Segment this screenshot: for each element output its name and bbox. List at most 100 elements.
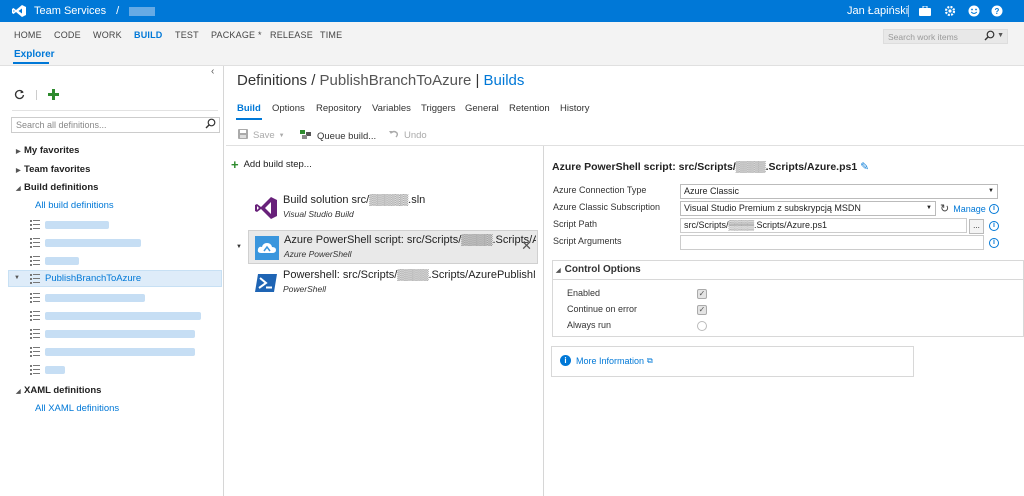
nav-home[interactable]: HOME <box>14 30 42 40</box>
definition-item-publishbranchtoazure[interactable]: PublishBranchToAzure <box>30 271 141 286</box>
help-icon[interactable]: ? <box>990 4 1004 18</box>
search-definitions-input[interactable]: Search all definitions... <box>11 117 220 133</box>
refresh-icon[interactable]: ↻ <box>940 202 949 215</box>
all-xaml-definitions-link[interactable]: All XAML definitions <box>35 403 119 414</box>
select-value: Visual Studio Premium z subskrypcją MSDN <box>684 203 861 213</box>
more-information-link[interactable]: i More Information ⧉ <box>560 355 653 366</box>
azure-subscription-select[interactable]: Visual Studio Premium z subskrypcją MSDN… <box>680 201 936 216</box>
title-separator: | <box>471 72 484 89</box>
info-icon[interactable]: i <box>989 238 999 248</box>
control-options-section: ◢ Control Options Enabled ✓ Continue on e… <box>552 260 1024 337</box>
hub-nav: Explorer <box>0 46 1024 66</box>
nav-test[interactable]: TEST <box>175 30 199 40</box>
tab-options[interactable]: Options <box>272 103 305 114</box>
add-build-step-button[interactable]: + Add build step... <box>231 157 312 172</box>
definition-item[interactable] <box>30 235 141 250</box>
script-arguments-input[interactable] <box>680 235 984 250</box>
nav-time[interactable]: TIME <box>320 30 342 40</box>
visual-studio-logo-icon[interactable] <box>8 0 30 22</box>
definition-item[interactable] <box>30 217 109 232</box>
expand-triangle-icon[interactable]: ▶ <box>16 167 24 174</box>
manage-label: Manage <box>953 203 986 214</box>
browse-ellipsis-button[interactable]: ... <box>969 219 984 234</box>
info-icon[interactable]: i <box>989 221 999 231</box>
top-bar: Team Services / Jan Łapiński ? <box>0 0 1024 22</box>
context-menu-triangle-icon[interactable]: ▼ <box>14 275 20 281</box>
tab-triggers[interactable]: Triggers <box>421 103 456 114</box>
manage-link[interactable]: ↻ Manage <box>940 202 986 215</box>
external-link-icon: ⧉ <box>647 355 653 365</box>
remove-step-close-icon[interactable]: ✕ <box>521 238 532 254</box>
briefcase-icon[interactable] <box>918 4 932 18</box>
redacted-definition-name <box>45 220 109 229</box>
chevron-down-icon[interactable]: ▼ <box>988 188 994 194</box>
definition-item[interactable] <box>30 253 79 268</box>
enabled-checkbox[interactable]: ✓ <box>697 289 707 299</box>
nav-build[interactable]: BUILD <box>134 30 163 40</box>
save-button[interactable]: Save ▼ <box>238 129 285 142</box>
undo-button[interactable]: Undo <box>388 129 427 142</box>
title-definition-name: PublishBranchToAzure <box>319 72 472 89</box>
title-prefix[interactable]: Definitions / <box>237 72 320 89</box>
hub-group-nav: HOME CODE WORK BUILD TEST PACKAGE * RELE… <box>0 22 1024 46</box>
tree-build-definitions[interactable]: ◢ Build definitions <box>16 182 98 193</box>
script-path-input[interactable]: src/Scripts/▒▒▒▒.Scripts/Azure.ps1 <box>680 218 967 233</box>
project-name-redacted[interactable] <box>129 6 156 16</box>
chevron-down-icon[interactable]: ▼ <box>926 205 932 211</box>
info-icon: i <box>560 355 571 366</box>
brand-name[interactable]: Team Services <box>34 5 106 17</box>
tree-team-favorites[interactable]: ▶ Team favorites <box>16 164 90 175</box>
chevron-down-icon[interactable]: ▼ <box>997 32 1004 39</box>
collapse-triangle-icon[interactable]: ◢ <box>556 268 561 274</box>
build-step-powershell[interactable]: Powershell: src/Scripts/▒▒▒▒.Scripts/Azu… <box>248 266 538 300</box>
tab-explorer[interactable]: Explorer <box>14 49 55 60</box>
collapse-panel-icon[interactable]: ‹ <box>211 66 214 77</box>
definition-item[interactable] <box>30 326 195 341</box>
build-step-azure-powershell[interactable]: Azure PowerShell script: src/Scripts/▒▒▒… <box>248 230 538 264</box>
work-item-search-input[interactable]: Search work items ▼ <box>883 29 1008 44</box>
info-icon[interactable]: i <box>989 204 999 214</box>
step-context-menu-icon[interactable]: ▼ <box>236 244 242 250</box>
chevron-down-icon[interactable]: ▼ <box>279 133 285 139</box>
build-step-visual-studio-build[interactable]: Build solution src/▒▒▒▒▒.sln Visual Stud… <box>248 191 538 225</box>
always-run-checkbox[interactable] <box>697 321 707 331</box>
save-label: Save <box>253 130 275 141</box>
expand-triangle-icon[interactable]: ▶ <box>16 148 24 155</box>
refresh-icon[interactable] <box>14 88 25 103</box>
tab-repository[interactable]: Repository <box>316 103 361 114</box>
continue-on-error-checkbox[interactable]: ✓ <box>697 305 707 315</box>
smiley-feedback-icon[interactable] <box>967 4 981 18</box>
new-definition-plus-icon[interactable] <box>48 88 59 103</box>
nav-work[interactable]: WORK <box>93 30 122 40</box>
tab-variables[interactable]: Variables <box>372 103 411 114</box>
definition-item[interactable] <box>30 290 145 305</box>
search-icon[interactable] <box>984 30 995 43</box>
definition-item[interactable] <box>30 308 201 323</box>
all-build-definitions-link[interactable]: All build definitions <box>35 200 114 211</box>
pencil-edit-icon[interactable]: ✎ <box>860 161 869 173</box>
tree-my-favorites[interactable]: ▶ My favorites <box>16 145 79 156</box>
tab-build[interactable]: Build <box>237 103 261 114</box>
gear-icon[interactable] <box>943 4 957 18</box>
azure-connection-type-label: Azure Connection Type <box>553 185 647 195</box>
user-name[interactable]: Jan Łapiński <box>847 5 908 17</box>
azure-connection-type-select[interactable]: Azure Classic ▼ <box>680 184 998 199</box>
definition-item[interactable] <box>30 344 195 359</box>
tab-history[interactable]: History <box>560 103 590 114</box>
control-options-header[interactable]: ◢ Control Options <box>556 264 641 275</box>
collapse-triangle-icon[interactable]: ◢ <box>16 185 24 192</box>
nav-release[interactable]: RELEASE <box>270 30 313 40</box>
azure-cloud-icon <box>255 236 279 260</box>
nav-code[interactable]: CODE <box>54 30 81 40</box>
redacted-definition-name <box>45 365 65 374</box>
definition-item[interactable] <box>30 362 65 377</box>
builds-link[interactable]: Builds <box>484 72 525 89</box>
tab-general[interactable]: General <box>465 103 499 114</box>
tab-retention[interactable]: Retention <box>509 103 550 114</box>
search-icon[interactable] <box>205 118 216 131</box>
tree-xaml-definitions[interactable]: ◢ XAML definitions <box>16 385 101 396</box>
queue-build-button[interactable]: Queue build... <box>300 129 376 143</box>
collapse-triangle-icon[interactable]: ◢ <box>16 388 24 395</box>
queue-build-label: Queue build... <box>317 130 377 142</box>
nav-package[interactable]: PACKAGE * <box>211 30 262 40</box>
